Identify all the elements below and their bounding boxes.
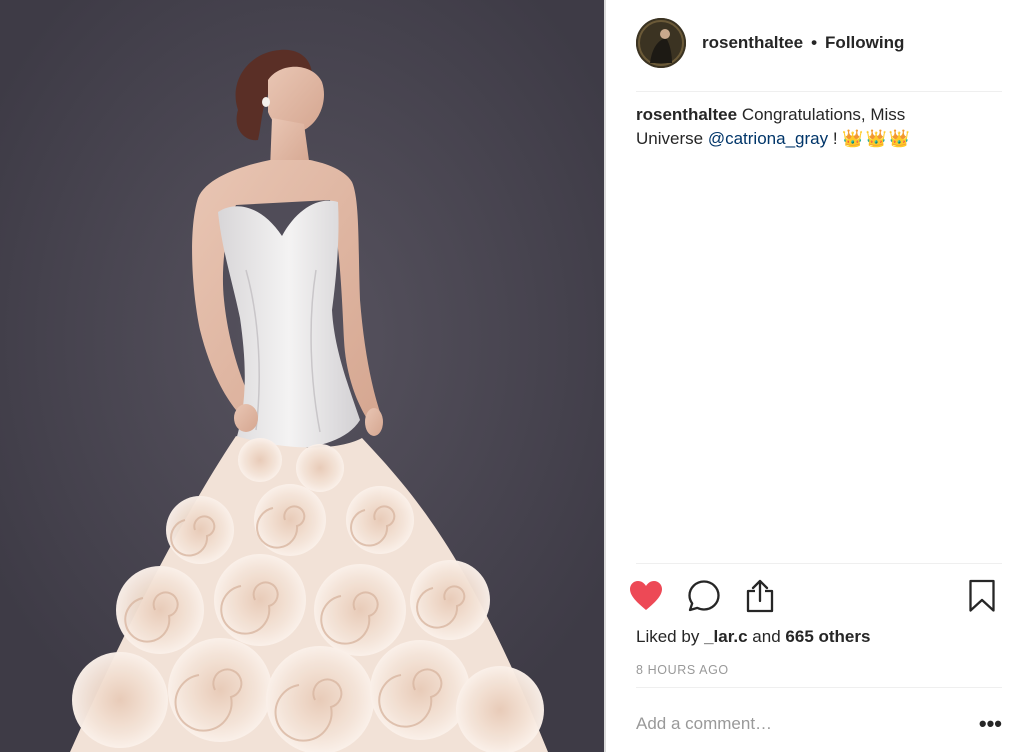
save-button[interactable] — [962, 576, 1002, 616]
post-header: rosenthaltee • Following — [636, 18, 1006, 68]
likes-summary: Liked by _lar.c and 665 others — [636, 627, 870, 647]
action-bar — [626, 576, 1002, 616]
caption-suffix: ! — [828, 129, 838, 148]
header-separator: • — [811, 33, 818, 52]
following-button[interactable]: Following — [825, 33, 904, 53]
post-caption: rosenthaltee Congratulations, Miss Unive… — [636, 103, 976, 151]
profile-photo-icon — [636, 18, 686, 68]
bookmark-icon — [969, 579, 995, 612]
likes-joiner: and — [752, 627, 781, 646]
post-timestamp[interactable]: 8 HOURS AGO — [636, 663, 729, 677]
likes-others[interactable]: 665 others — [785, 627, 870, 646]
actions-divider — [636, 563, 1002, 564]
caption-username[interactable]: rosenthaltee — [636, 105, 737, 124]
avatar[interactable] — [636, 18, 686, 68]
instagram-post: rosenthaltee • Following rosenthaltee Co… — [0, 0, 1024, 752]
share-button[interactable] — [740, 576, 780, 616]
heart-filled-icon — [630, 581, 662, 610]
header-username[interactable]: rosenthaltee — [702, 33, 803, 53]
more-options-button[interactable]: ••• — [972, 713, 1002, 735]
speech-bubble-icon — [688, 580, 720, 612]
header-divider — [636, 91, 1002, 92]
comment-divider — [636, 687, 1002, 688]
comment-form: ••• — [636, 702, 1002, 746]
share-upload-icon — [746, 579, 774, 613]
post-photo[interactable] — [0, 0, 604, 752]
comment-input[interactable] — [636, 714, 972, 734]
liked-by-user[interactable]: _lar.c — [704, 627, 748, 646]
crown-emojis: 👑👑👑 — [842, 129, 912, 148]
caption-mention[interactable]: @catriona_gray — [708, 129, 828, 148]
likes-prefix: Liked by — [636, 627, 700, 646]
comment-button[interactable] — [684, 576, 724, 616]
post-sidebar: rosenthaltee • Following rosenthaltee Co… — [606, 0, 1024, 752]
gown-illustration — [0, 0, 604, 752]
like-button[interactable] — [626, 576, 666, 616]
